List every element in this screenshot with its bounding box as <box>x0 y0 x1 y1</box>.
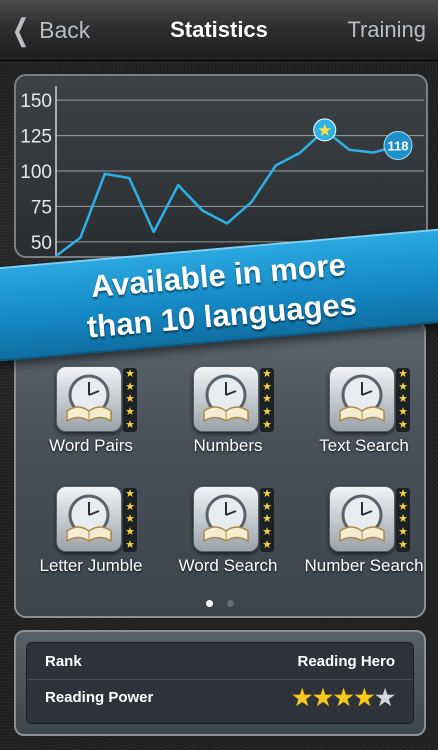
star-icon: ★ <box>354 684 375 710</box>
star-icon: ★ <box>398 406 408 419</box>
star-icon: ★ <box>125 367 135 380</box>
reading-power-row: Reading Power ★ ★ ★ ★ ★ <box>27 679 413 715</box>
star-icon: ★ <box>262 487 272 500</box>
star-icon: ★ <box>398 419 408 432</box>
rank-value: Reading Hero <box>297 652 395 670</box>
game-label: Word Search <box>178 556 278 575</box>
game-star-rating: ★ ★ ★ ★ ★ <box>396 368 410 432</box>
star-icon: ★ <box>333 684 354 710</box>
reading-power-label: Reading Power <box>45 689 154 706</box>
star-icon: ★ <box>398 526 408 539</box>
navigation-bar: ❮ Back Statistics Training <box>0 0 438 61</box>
star-icon: ★ <box>398 367 408 380</box>
y-tick-label: 125 <box>20 127 52 148</box>
training-button[interactable]: Training <box>347 17 426 43</box>
last-value-label: 118 <box>388 139 409 154</box>
star-icon: ★ <box>262 500 272 513</box>
game-star-rating: ★ ★ ★ ★ ★ <box>123 368 137 432</box>
star-icon: ★ <box>262 380 272 393</box>
rank-row: Rank Reading Hero <box>27 643 413 679</box>
star-icon: ★ <box>313 684 333 710</box>
star-icon: ★ <box>262 539 272 552</box>
games-panel: ★ ★ ★ ★ ★ Word Pairs ★ ★ ★ ★ ★ Numbers ★ ★ ★ ★ ★ Text Sea… <box>14 320 426 618</box>
y-tick-label: 50 <box>31 233 52 254</box>
game-tile[interactable]: ★ ★ ★ ★ ★ Number Search <box>299 486 424 596</box>
stopwatch-book-icon <box>193 366 259 432</box>
star-icon: ★ <box>262 406 272 419</box>
star-icon: ★ <box>398 513 408 526</box>
reading-power-rating: ★ ★ ★ ★ ★ <box>292 685 395 711</box>
star-icon: ★ <box>262 513 272 526</box>
star-icon: ★ <box>398 500 408 513</box>
star-icon: ★ <box>125 487 135 500</box>
star-icon: ★ <box>125 526 135 539</box>
star-icon: ★ <box>125 380 135 393</box>
game-star-rating: ★ ★ ★ ★ ★ <box>123 488 137 552</box>
rank-label: Rank <box>45 652 82 670</box>
star-icon: ★ <box>125 406 135 419</box>
star-icon: ★ <box>375 684 395 710</box>
game-star-rating: ★ ★ ★ ★ ★ <box>260 368 274 432</box>
star-icon: ★ <box>398 380 408 393</box>
page-dot-1[interactable] <box>206 600 213 607</box>
game-star-rating: ★ ★ ★ ★ ★ <box>396 488 410 552</box>
stopwatch-book-icon <box>56 366 122 432</box>
game-label: Number Search <box>304 556 424 575</box>
game-label: Letter Jumble <box>39 556 143 575</box>
info-panel: Rank Reading Hero Reading Power ★ ★ ★ ★ ★ <box>14 630 426 736</box>
game-tile[interactable]: ★ ★ ★ ★ ★ Text Search <box>299 366 424 476</box>
star-icon: ★ <box>398 539 408 552</box>
stopwatch-book-icon <box>329 366 395 432</box>
game-tile[interactable]: ★ ★ ★ ★ ★ Word Search <box>163 486 293 596</box>
game-label: Text Search <box>319 436 409 455</box>
star-icon: ★ <box>317 121 332 141</box>
stopwatch-book-icon <box>56 486 122 552</box>
star-icon: ★ <box>262 393 272 406</box>
star-icon: ★ <box>125 513 135 526</box>
game-star-rating: ★ ★ ★ ★ ★ <box>260 488 274 552</box>
star-icon: ★ <box>125 393 135 406</box>
star-icon: ★ <box>398 393 408 406</box>
statistics-graph: 50 75 100 125 150 ★ 118 <box>14 74 428 258</box>
star-icon: ★ <box>262 526 272 539</box>
stopwatch-book-icon <box>193 486 259 552</box>
star-icon: ★ <box>262 367 272 380</box>
star-icon: ★ <box>262 419 272 432</box>
game-label: Word Pairs <box>49 436 133 455</box>
game-label: Numbers <box>193 436 263 455</box>
star-icon: ★ <box>125 500 135 513</box>
page-dot-2[interactable] <box>227 600 234 607</box>
game-tile[interactable]: ★ ★ ★ ★ ★ Word Pairs <box>26 366 156 476</box>
page-indicator <box>16 600 424 607</box>
y-tick-label: 150 <box>20 91 52 112</box>
stopwatch-book-icon <box>329 486 395 552</box>
game-tile[interactable]: ★ ★ ★ ★ ★ Letter Jumble <box>26 486 156 596</box>
game-tile[interactable]: ★ ★ ★ ★ ★ Numbers <box>163 366 293 476</box>
line-chart: 50 75 100 125 150 ★ 118 <box>20 86 424 256</box>
star-icon: ★ <box>398 487 408 500</box>
y-tick-label: 100 <box>20 162 52 183</box>
star-icon: ★ <box>125 539 135 552</box>
star-icon: ★ <box>292 684 313 710</box>
y-tick-label: 75 <box>31 197 52 218</box>
star-icon: ★ <box>125 419 135 432</box>
